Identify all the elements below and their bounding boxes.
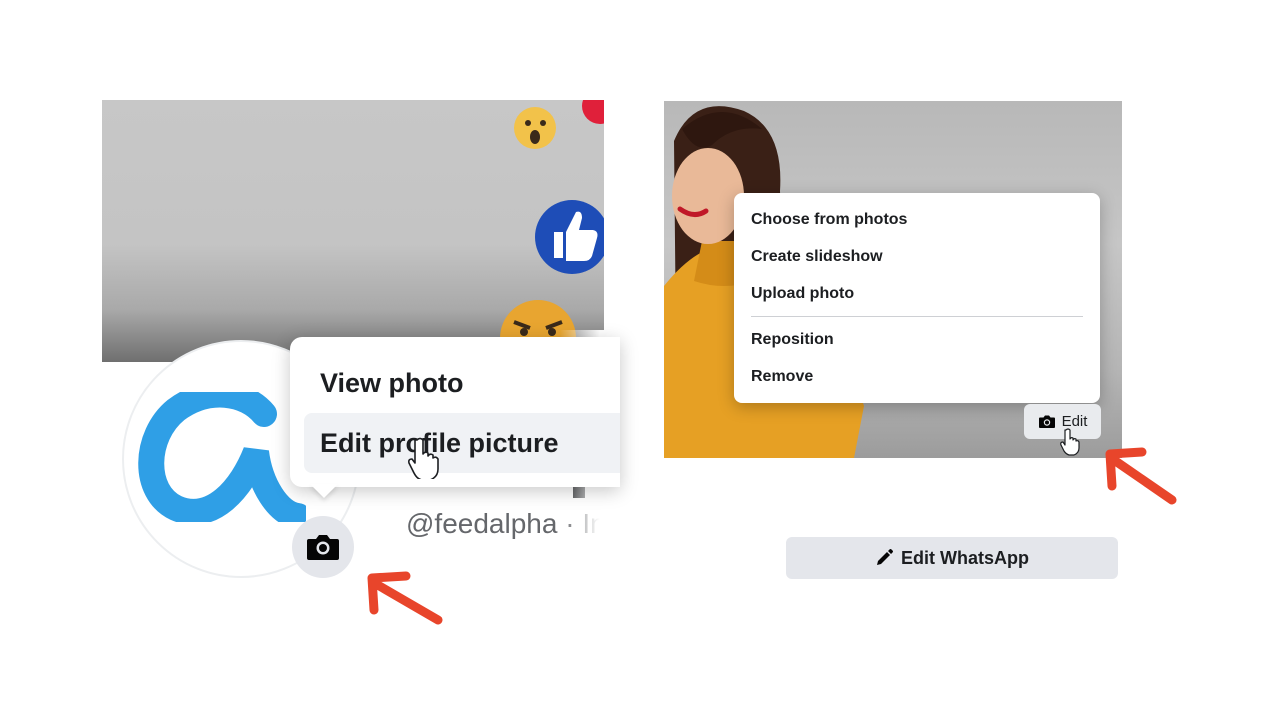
menu-item-create-slideshow[interactable]: Create slideshow — [751, 248, 883, 266]
wow-emoji-icon — [514, 107, 556, 149]
left-panel: @feedalpha · In View photo Edit profile … — [0, 0, 640, 720]
edit-whatsapp-button[interactable]: Edit WhatsApp — [786, 537, 1118, 579]
menu-pointer — [310, 484, 338, 498]
profile-picture-menu: View photo Edit profile picture — [290, 337, 620, 487]
cover-photo — [102, 100, 604, 362]
annotation-arrow-icon — [1105, 447, 1177, 505]
hand-cursor-icon — [408, 437, 439, 479]
reaction-emojis-decoration — [500, 100, 604, 362]
camera-icon — [1038, 415, 1055, 428]
edit-whatsapp-label: Edit WhatsApp — [901, 547, 1029, 568]
cover-photo-menu: Choose from photos Create slideshow Uplo… — [734, 193, 1100, 403]
menu-item-view-photo[interactable]: View photo — [304, 353, 620, 413]
menu-item-remove[interactable]: Remove — [751, 368, 813, 386]
menu-item-reposition[interactable]: Reposition — [751, 331, 834, 349]
menu-item-upload-photo[interactable]: Upload photo — [751, 285, 854, 303]
menu-item-edit-profile-picture[interactable]: Edit profile picture — [304, 413, 620, 473]
menu-divider — [751, 316, 1083, 317]
alpha-logo-icon — [138, 392, 306, 522]
menu-item-choose-from-photos[interactable]: Choose from photos — [751, 211, 907, 229]
update-profile-picture-button[interactable] — [292, 516, 354, 578]
pencil-icon — [877, 549, 893, 565]
camera-icon — [307, 535, 339, 560]
hand-cursor-icon — [1060, 428, 1080, 456]
like-emoji-icon — [535, 200, 604, 274]
annotation-arrow-icon — [367, 571, 443, 625]
